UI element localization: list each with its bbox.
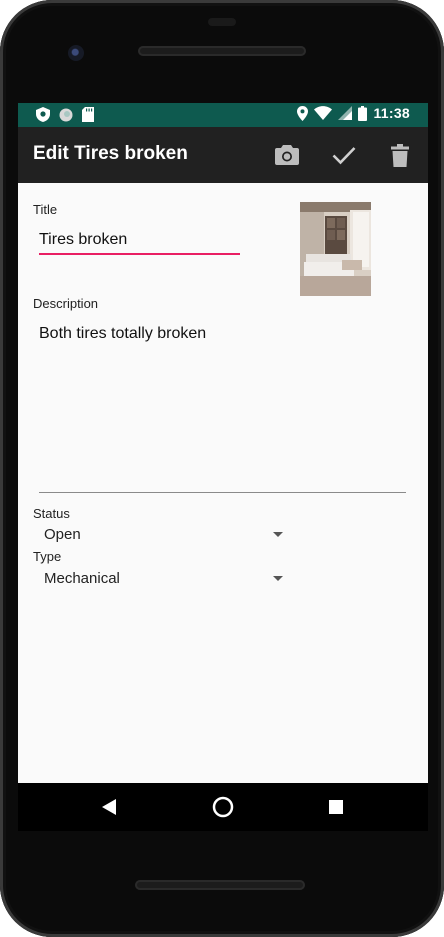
type-label: Type: [33, 549, 62, 564]
check-icon: [332, 147, 356, 165]
title-label: Title: [33, 202, 58, 217]
front-camera: [68, 45, 84, 61]
description-underline: [39, 492, 406, 493]
battery-icon: [358, 105, 368, 121]
location-icon: [297, 105, 309, 121]
chevron-down-icon: [273, 532, 283, 537]
sd-card-icon: [82, 107, 94, 122]
title-input[interactable]: Tires broken: [39, 231, 127, 249]
status-time: 11:38: [373, 105, 410, 121]
home-button[interactable]: [211, 795, 235, 819]
app-bar: Edit Tires broken: [18, 127, 428, 183]
chevron-down-icon: [273, 576, 283, 581]
signal-icon: [338, 106, 353, 120]
wifi-icon: [314, 106, 333, 120]
photo-thumbnail[interactable]: [300, 202, 371, 296]
save-button[interactable]: [330, 141, 358, 169]
camera-button[interactable]: [273, 141, 301, 169]
description-input[interactable]: Both tires totally broken: [39, 325, 206, 343]
circle-icon: [59, 108, 73, 121]
delete-button[interactable]: [386, 141, 414, 169]
earpiece-slot: [208, 18, 236, 26]
page-title: Edit Tires broken: [33, 143, 188, 164]
phone-frame: 11:38 Edit Tires broken Title Tires brok…: [0, 0, 444, 937]
type-selected-value: Mechanical: [44, 570, 120, 587]
top-speaker: [138, 46, 306, 56]
status-selected-value: Open: [44, 526, 81, 543]
status-dropdown[interactable]: Open: [39, 524, 283, 546]
camera-icon: [275, 145, 299, 165]
status-label: Status: [33, 506, 70, 521]
delete-icon: [391, 143, 409, 167]
recents-button[interactable]: [324, 795, 348, 819]
bottom-speaker: [135, 880, 305, 890]
navigation-bar: [18, 783, 428, 831]
back-button[interactable]: [97, 795, 121, 819]
description-label: Description: [33, 296, 99, 311]
home-icon: [212, 796, 234, 818]
screen: 11:38 Edit Tires broken Title Tires brok…: [18, 103, 428, 783]
back-icon: [102, 799, 116, 815]
title-underline: [39, 253, 240, 255]
status-bar: 11:38: [18, 103, 428, 127]
shield-icon: [36, 107, 50, 122]
type-dropdown[interactable]: Mechanical: [39, 568, 283, 590]
recents-icon: [329, 800, 343, 814]
edit-form: Title Tires broken Description Both tire…: [18, 183, 428, 783]
